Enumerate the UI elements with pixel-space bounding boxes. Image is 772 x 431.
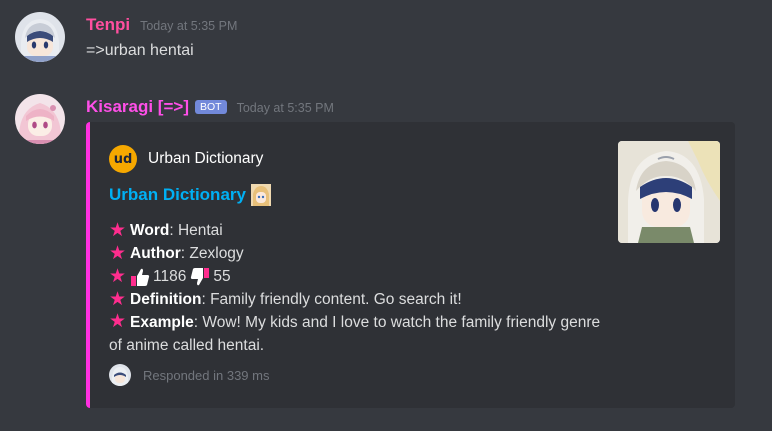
username[interactable]: Kisaragi [=>] [86,97,189,117]
thumbs-up-count: 1186 [153,268,187,285]
urban-dictionary-logo-icon: ud [109,145,137,173]
star-icon: ★ [109,265,127,287]
field-value: : Family friendly content. Go search it! [201,291,462,308]
star-icon: ★ [109,219,127,241]
timestamp[interactable]: Today at 5:35 PM [140,19,237,33]
field-label: Author [130,245,181,262]
username[interactable]: Tenpi [86,15,130,35]
field-example: ★ Example: Wow! My kids and I love to wat… [109,311,609,357]
timestamp[interactable]: Today at 5:35 PM [237,101,334,115]
message-content: =>urban hentai [86,42,194,59]
footer-text: Responded in 339 ms [143,367,270,383]
star-icon: ★ [109,288,127,310]
field-label: Word [130,222,170,239]
anime-emoji-icon [250,184,271,206]
field-value: : Zexlogy [180,245,244,262]
embed-title-text[interactable]: Urban Dictionary [109,185,246,205]
field-label: Example [130,314,194,331]
avatar-kisaragi[interactable] [15,94,65,144]
field-value: : Hentai [169,222,223,239]
footer-avatar-icon [109,364,131,386]
message-header: Tenpi Today at 5:35 PM [86,15,237,35]
thumbs-up-icon [131,268,150,286]
field-votes: ★ 1186 55 [109,265,609,288]
field-definition: ★ Definition : Family friendly content. … [109,288,609,311]
star-icon: ★ [109,242,127,264]
field-word: ★ Word : Hentai [109,219,609,242]
embed-description: ★ Word : Hentai ★ Author : Zexlogy ★ 118… [109,219,609,357]
message-header: Kisaragi [=>] BOT Today at 5:35 PM [86,97,334,117]
embed: ud Urban Dictionary Urban Dictionary ★ W… [86,122,735,408]
embed-thumbnail[interactable] [618,141,720,243]
star-icon: ★ [109,311,127,332]
embed-title[interactable]: Urban Dictionary [109,184,271,206]
avatar-tenpi[interactable] [15,12,65,62]
embed-author[interactable]: ud Urban Dictionary [109,145,263,173]
thumbs-down-count: 55 [213,268,231,285]
bot-tag: BOT [195,100,227,114]
embed-author-name[interactable]: Urban Dictionary [148,150,263,168]
embed-footer: Responded in 339 ms [109,364,269,386]
field-author: ★ Author : Zexlogy [109,242,609,265]
thumbs-down-icon [191,267,210,285]
field-label: Definition [130,291,202,308]
